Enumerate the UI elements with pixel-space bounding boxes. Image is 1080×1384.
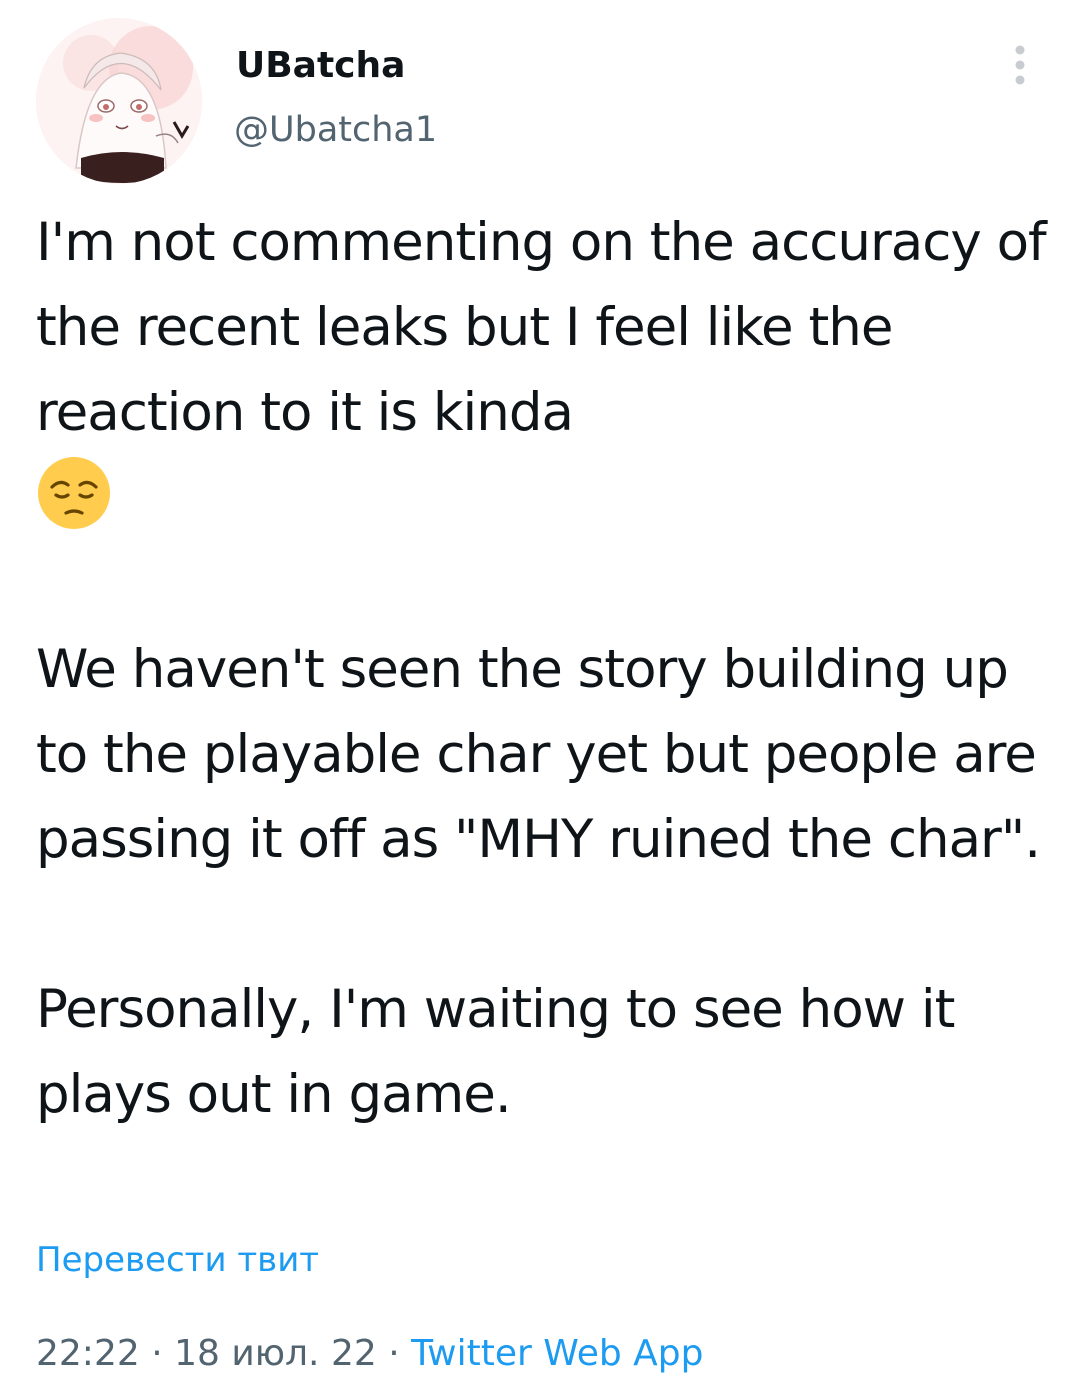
tweet-paragraph: I'm not commenting on the accuracy of th… [36, 200, 1047, 542]
avatar[interactable] [36, 18, 202, 184]
author-handle[interactable]: @Ubatcha1 [234, 106, 437, 154]
tweet-time[interactable]: 22:22 [36, 1333, 140, 1374]
more-options-button[interactable] [1000, 40, 1040, 90]
tweet-source-link[interactable]: Twitter Web App [411, 1333, 703, 1374]
tweet-date[interactable]: 18 июл. 22 [174, 1333, 377, 1374]
translate-tweet-link[interactable]: Перевести твит [36, 1238, 319, 1282]
meta-separator: · [376, 1333, 412, 1374]
meta-separator: · [139, 1333, 175, 1374]
more-vertical-icon [1015, 45, 1025, 85]
pensive-face-emoji [38, 457, 110, 529]
tweet-paragraph-text: I'm not commenting on the accuracy of th… [36, 212, 1047, 443]
tweet-text: I'm not commenting on the accuracy of th… [36, 200, 1047, 1137]
author-name[interactable]: UBatcha [236, 42, 405, 90]
tweet: UBatcha @Ubatcha1 I'm not commenting on … [0, 0, 1080, 1384]
tweet-metadata: 22:22 · 18 июл. 22 · Twitter Web App [36, 1330, 703, 1378]
tweet-paragraph: We haven't seen the story building up to… [36, 639, 1041, 870]
tweet-paragraph: Personally, I'm waiting to see how it pl… [36, 979, 955, 1125]
avatar-illustration [36, 18, 202, 184]
